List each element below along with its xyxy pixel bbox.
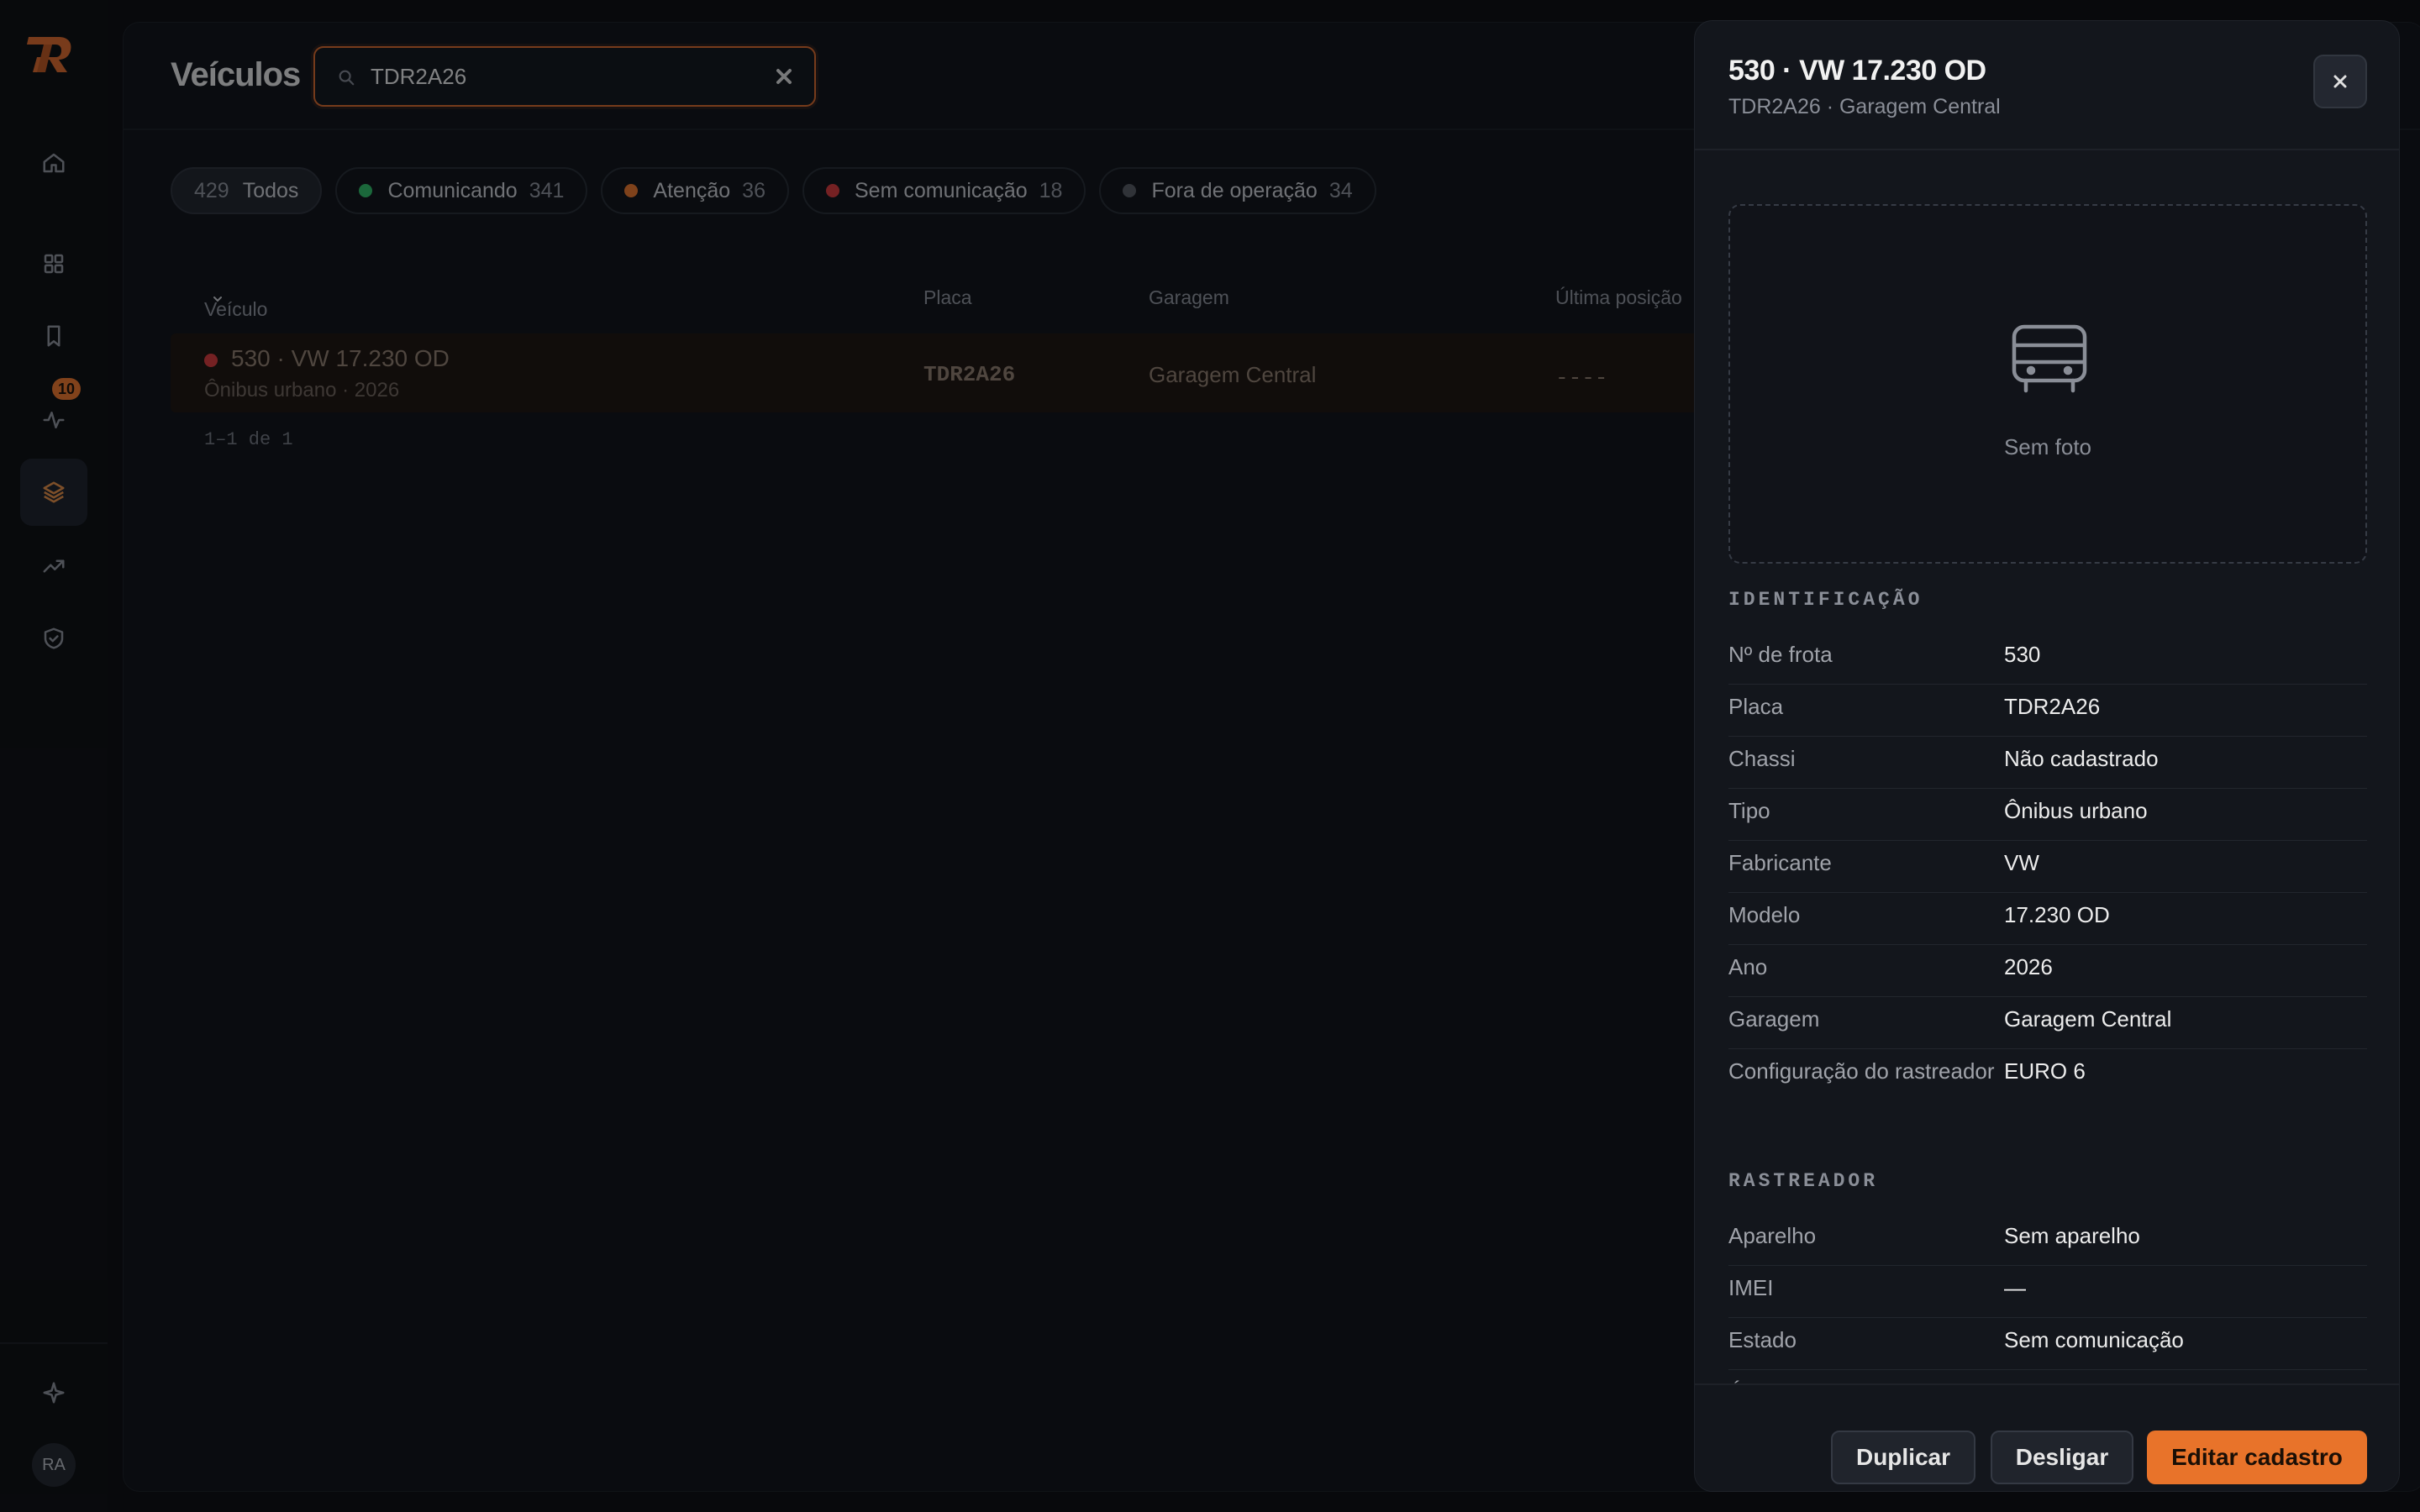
field-device: Aparelho Sem aparelho — [1728, 1214, 2367, 1266]
drawer-title: 530 · VW 17.230 OD — [1728, 55, 1986, 87]
field-label: Ano — [1728, 954, 1768, 979]
field-value: VW — [2004, 850, 2039, 875]
field-manufacturer: Fabricante VW — [1728, 841, 2367, 893]
field-type: Tipo Ônibus urbano — [1728, 789, 2367, 841]
vehicle-detail-drawer: 530 · VW 17.230 OD TDR2A26 · Garagem Cen… — [1694, 20, 2400, 1492]
drawer-body[interactable]: Sem foto IDENTIFICAÇÃO Nº de frota 530 P… — [1695, 150, 2399, 1404]
field-year: Ano 2026 — [1728, 945, 2367, 997]
field-status: Estado Sem comunicação — [1728, 1318, 2367, 1370]
field-value: 17.230 OD — [2004, 902, 2110, 927]
field-value: Ônibus urbano — [2004, 798, 2148, 823]
field-garage: Garagem Garagem Central — [1728, 997, 2367, 1049]
field-label: Tipo — [1728, 798, 1770, 823]
field-plate: Placa TDR2A26 — [1728, 685, 2367, 737]
field-value: Garagem Central — [2004, 1006, 2172, 1032]
section-tracker-title: RASTREADOR — [1728, 1170, 1879, 1192]
duplicate-button[interactable]: Duplicar — [1831, 1431, 1975, 1484]
field-label: Aparelho — [1728, 1223, 1817, 1248]
close-icon — [2333, 75, 2347, 88]
field-fleet-number: Nº de frota 530 — [1728, 633, 2367, 685]
bus-icon — [2009, 323, 2090, 394]
section-identification-title: IDENTIFICAÇÃO — [1728, 589, 1923, 611]
field-label: Fabricante — [1728, 850, 1832, 875]
field-value: 530 — [2004, 642, 2041, 667]
field-model: Modelo 17.230 OD — [1728, 893, 2367, 945]
field-value: 2026 — [2004, 954, 2053, 979]
disable-button[interactable]: Desligar — [1991, 1431, 2133, 1484]
field-value: Sem aparelho — [2004, 1223, 2140, 1248]
field-value: — — [2004, 1275, 2026, 1300]
drawer-footer: Duplicar Desligar Editar cadastro — [1695, 1383, 2399, 1491]
field-label: Modelo — [1728, 902, 1801, 927]
field-imei: IMEI — — [1728, 1266, 2367, 1318]
field-label: Nº de frota — [1728, 642, 1833, 667]
field-label: Estado — [1728, 1327, 1797, 1352]
no-photo-label: Sem foto — [2003, 434, 2092, 459]
field-label: Garagem — [1728, 1006, 1820, 1032]
field-tracker-config: Configuração do rastreador EURO 6 — [1728, 1049, 2367, 1126]
photo-dropzone[interactable]: Sem foto — [1728, 204, 2367, 564]
drawer-subtitle: TDR2A26 · Garagem Central — [1728, 95, 2001, 118]
field-chassis: Chassi Não cadastrado — [1728, 737, 2367, 789]
edit-record-button[interactable]: Editar cadastro — [2147, 1431, 2367, 1484]
field-label: Placa — [1728, 694, 1784, 719]
field-label: Configuração do rastreador — [1728, 1058, 1995, 1084]
field-value: TDR2A26 — [2004, 694, 2101, 719]
field-value: Sem comunicação — [2004, 1327, 2184, 1352]
field-label: IMEI — [1728, 1275, 1774, 1300]
close-drawer-button[interactable] — [2313, 55, 2367, 108]
field-label: Chassi — [1728, 746, 1796, 771]
field-value: Não cadastrado — [2004, 746, 2159, 771]
field-value: EURO 6 — [2004, 1058, 2086, 1084]
